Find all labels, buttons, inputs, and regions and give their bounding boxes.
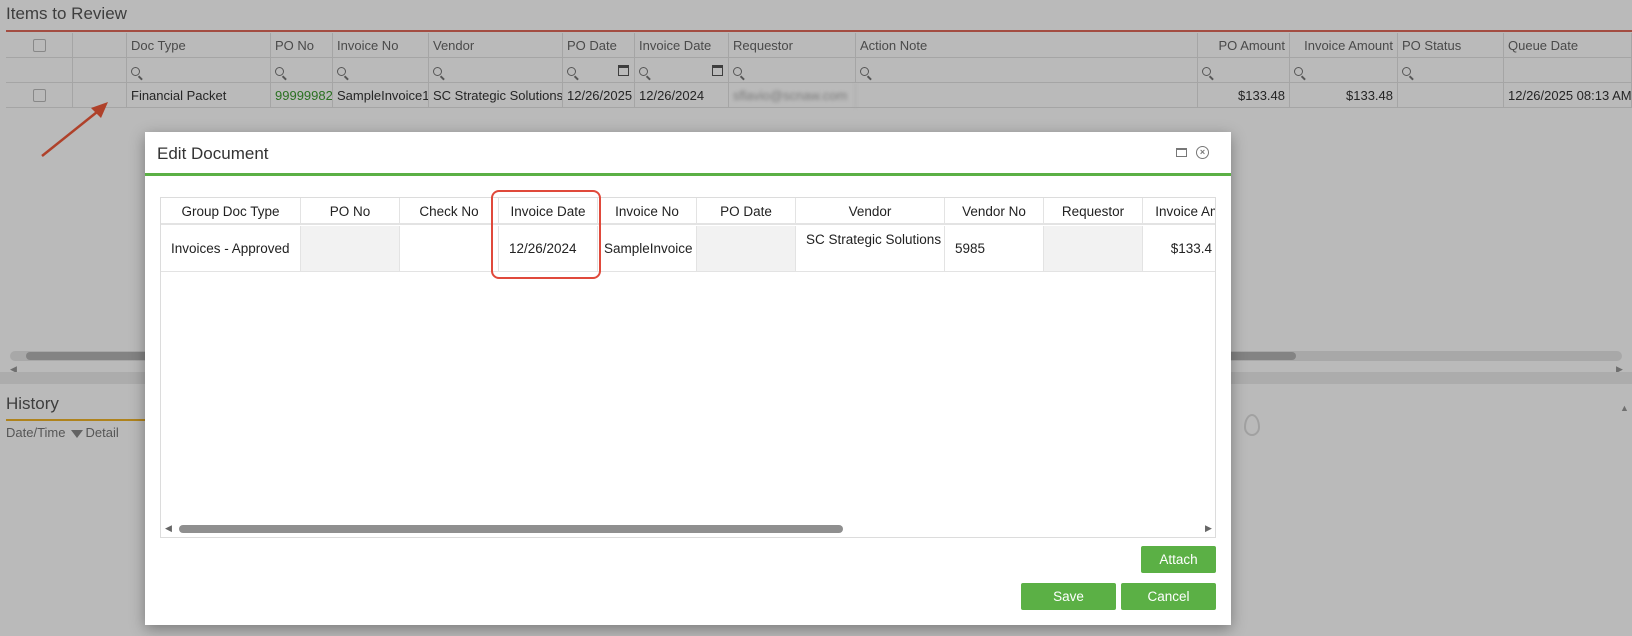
dialog-title: Edit Document [157,144,269,163]
edit-document-dialog: Edit Document × Group Doc Type PO No Che… [145,132,1231,625]
cell-group-doc-type[interactable]: Invoices - Approved [161,226,301,271]
col-vendor-no[interactable]: Vendor No [945,198,1044,223]
col-invoice-amount[interactable]: Invoice Amo [1143,198,1215,223]
cell-invoice-no[interactable]: SampleInvoice [598,226,697,271]
col-vendor[interactable]: Vendor [796,198,945,223]
cell-po-no [301,226,400,271]
cell-invoice-amount[interactable]: $133.4 [1143,226,1215,271]
table-row[interactable]: Invoices - Approved 12/26/2024 SampleInv… [161,226,1215,272]
col-po-no[interactable]: PO No [301,198,400,223]
scrollbar-thumb[interactable] [179,525,843,533]
cell-po-date [697,226,796,271]
scroll-left-arrow-icon[interactable]: ◀ [165,523,172,534]
scroll-right-arrow-icon[interactable]: ▶ [1205,523,1212,534]
dialog-title-underline [145,173,1231,176]
cell-requestor [1044,226,1143,271]
documents-grid: Group Doc Type PO No Check No Invoice Da… [160,197,1216,538]
col-group-doc-type[interactable]: Group Doc Type [161,198,301,223]
cell-vendor-no[interactable]: 5985 [945,226,1044,271]
cell-vendor[interactable]: SC Strategic Solutions [796,226,945,271]
cell-check-no[interactable] [400,226,499,271]
close-icon[interactable]: × [1196,146,1209,159]
attach-button[interactable]: Attach [1141,546,1216,573]
col-invoice-no[interactable]: Invoice No [598,198,697,223]
cancel-button[interactable]: Cancel [1121,583,1216,610]
maximize-icon[interactable] [1176,148,1187,157]
col-po-date[interactable]: PO Date [697,198,796,223]
col-requestor[interactable]: Requestor [1044,198,1143,223]
invoice-date-highlight [491,190,601,279]
documents-header-row: Group Doc Type PO No Check No Invoice Da… [161,198,1215,225]
col-check-no[interactable]: Check No [400,198,499,223]
documents-horizontal-scrollbar[interactable]: ◀ ▶ [161,522,1215,536]
save-button[interactable]: Save [1021,583,1116,610]
